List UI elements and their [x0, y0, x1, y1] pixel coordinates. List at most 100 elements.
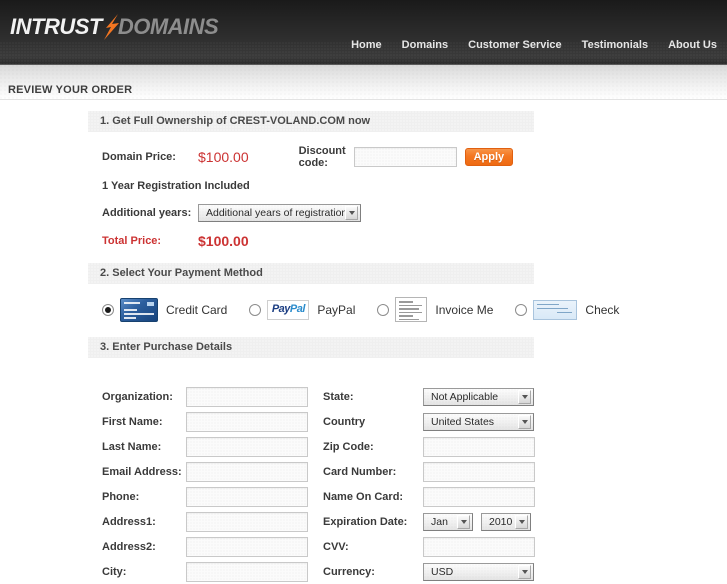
- radio-paypal[interactable]: [249, 303, 262, 316]
- label-address2: Address2:: [102, 540, 156, 553]
- label-organization: Organization:: [102, 390, 173, 403]
- label-last-name: Last Name:: [102, 440, 162, 453]
- field-first-name: First Name:: [88, 409, 311, 434]
- input-organization[interactable]: [186, 386, 308, 407]
- label-country: Country: [323, 415, 366, 428]
- paypal-logo-pay: Pay: [271, 303, 291, 315]
- lightning-bolt-icon: [102, 14, 120, 40]
- input-address2[interactable]: [186, 536, 308, 557]
- chevron-down-icon: [345, 206, 358, 220]
- input-card-number[interactable]: [423, 461, 535, 482]
- main-content: 1. Get Full Ownership of CREST-VOLAND.CO…: [0, 100, 727, 584]
- field-cvv: CVV:: [323, 534, 535, 559]
- label-zip-code: Zip Code:: [323, 440, 374, 453]
- input-first-name[interactable]: [186, 411, 308, 432]
- nav-item-customer-service[interactable]: Customer Service: [468, 39, 562, 51]
- radio-invoice[interactable]: [377, 303, 390, 316]
- nav-item-domains[interactable]: Domains: [402, 39, 448, 51]
- logo-primary-text: INTRUST: [10, 14, 102, 39]
- select-expiration-month-value: Jan: [431, 515, 448, 528]
- page-title: REVIEW YOUR ORDER: [8, 84, 133, 96]
- field-name-on-card: Name On Card:: [323, 484, 535, 509]
- section-3-heading: 3. Enter Purchase Details: [88, 337, 534, 358]
- paypal-logo-pal: Pal: [289, 303, 306, 315]
- additional-years-row: Additional years: Additional years of re…: [88, 204, 534, 222]
- payment-label-paypal: PayPal: [317, 302, 356, 317]
- total-price-row: Total Price: $100.00: [88, 233, 534, 249]
- payment-method-options: Credit Card PayPal PayPal Invoice Me Che…: [88, 297, 619, 322]
- logo-secondary-text: DOMAINS: [117, 14, 219, 39]
- field-email-address: Email Address:: [88, 459, 311, 484]
- label-city: City:: [102, 565, 127, 578]
- label-card-number: Card Number:: [323, 465, 397, 478]
- payment-label-invoice: Invoice Me: [435, 302, 494, 317]
- label-state: State:: [323, 390, 354, 403]
- page-title-bar: REVIEW YOUR ORDER: [0, 65, 727, 100]
- discount-code-label: Discount code:: [298, 145, 346, 169]
- additional-years-value: Additional years of registration: [206, 207, 348, 219]
- label-phone: Phone:: [102, 490, 140, 503]
- paypal-icon: PayPal: [267, 299, 310, 320]
- input-cvv[interactable]: [423, 536, 535, 557]
- field-zip-code: Zip Code:: [323, 434, 535, 459]
- total-price-value: $100.00: [198, 233, 249, 249]
- apply-discount-button[interactable]: Apply: [464, 148, 514, 166]
- payment-option-check[interactable]: Check: [515, 299, 619, 320]
- details-column-left: Organization: First Name: Last Name: Ema…: [88, 384, 311, 584]
- nav-item-home[interactable]: Home: [351, 39, 382, 51]
- payment-option-paypal[interactable]: PayPal PayPal: [249, 299, 356, 320]
- label-cvv: CVV:: [323, 540, 349, 553]
- label-currency: Currency:: [323, 565, 375, 578]
- input-name-on-card[interactable]: [423, 486, 535, 507]
- select-state[interactable]: Not Applicable: [423, 387, 534, 406]
- label-address1: Address1:: [102, 515, 156, 528]
- select-country[interactable]: United States: [423, 412, 534, 431]
- select-expiration-year-value: 2010: [489, 515, 513, 528]
- payment-option-invoice[interactable]: Invoice Me: [377, 297, 493, 322]
- domain-price-label: Domain Price:: [102, 151, 176, 163]
- nav-item-about-us[interactable]: About Us: [668, 39, 717, 51]
- field-expiration-date: Expiration Date: Jan 2010: [323, 509, 534, 534]
- section-1-heading: 1. Get Full Ownership of CREST-VOLAND.CO…: [88, 111, 534, 132]
- field-last-name: Last Name:: [88, 434, 311, 459]
- site-logo[interactable]: INTRUST DOMAINS: [10, 14, 219, 40]
- input-city[interactable]: [186, 561, 308, 582]
- input-last-name[interactable]: [186, 436, 308, 457]
- field-currency: Currency: USD: [323, 559, 534, 584]
- select-country-value: United States: [431, 415, 495, 428]
- payment-label-credit-card: Credit Card: [166, 302, 228, 317]
- registration-included-note: 1 Year Registration Included: [102, 180, 250, 192]
- select-expiration-year[interactable]: 2010: [481, 512, 531, 531]
- input-email-address[interactable]: [186, 461, 308, 482]
- section-2-heading: 2. Select Your Payment Method: [88, 263, 534, 284]
- discount-code-input[interactable]: [353, 147, 457, 167]
- domain-price-value: $100.00: [198, 149, 249, 165]
- chevron-down-icon: [515, 514, 528, 529]
- field-address2: Address2:: [88, 534, 311, 559]
- chevron-down-icon: [457, 514, 470, 529]
- payment-option-credit-card[interactable]: Credit Card: [102, 297, 228, 322]
- nav-item-testimonials[interactable]: Testimonials: [582, 39, 648, 51]
- field-state: State: Not Applicable: [323, 384, 534, 409]
- field-organization: Organization:: [88, 384, 311, 409]
- input-zip-code[interactable]: [423, 436, 535, 457]
- field-phone: Phone:: [88, 484, 311, 509]
- radio-check[interactable]: [515, 303, 528, 316]
- purchase-details-form: Organization: First Name: Last Name: Ema…: [88, 371, 535, 584]
- radio-credit-card[interactable]: [102, 303, 114, 316]
- additional-years-select[interactable]: Additional years of registration: [198, 204, 361, 222]
- credit-card-icon: [120, 297, 158, 322]
- site-header: INTRUST DOMAINS Home Domains Customer Se…: [0, 0, 727, 65]
- chevron-down-icon: [518, 564, 531, 579]
- input-address1[interactable]: [186, 511, 308, 532]
- check-icon: [533, 299, 578, 320]
- select-currency[interactable]: USD: [423, 562, 534, 581]
- invoice-icon: [395, 297, 428, 322]
- select-expiration-month[interactable]: Jan: [423, 512, 473, 531]
- chevron-down-icon: [518, 389, 531, 404]
- input-phone[interactable]: [186, 486, 308, 507]
- total-price-label: Total Price:: [102, 235, 162, 247]
- label-email-address: Email Address:: [102, 465, 182, 478]
- select-state-value: Not Applicable: [431, 390, 499, 403]
- label-first-name: First Name:: [102, 415, 163, 428]
